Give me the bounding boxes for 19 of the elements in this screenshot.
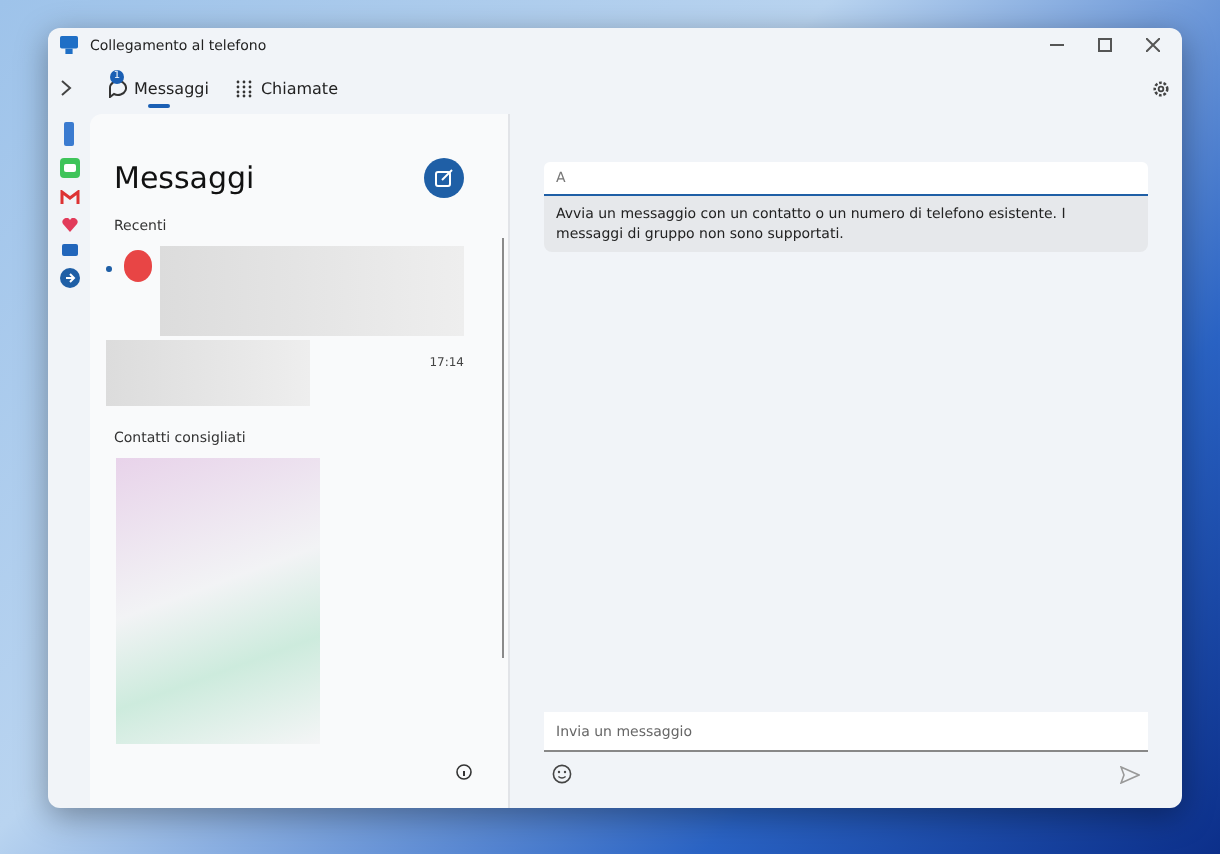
settings-button[interactable]	[1152, 79, 1170, 97]
keypad-icon	[236, 79, 255, 97]
panel-title: Messaggi	[114, 160, 255, 196]
close-icon	[1145, 38, 1159, 52]
app-logo-icon	[60, 36, 78, 54]
heart-app-icon[interactable]	[61, 218, 77, 232]
chat-bubble-icon	[108, 79, 128, 97]
tab[interactable]: Chiamate	[232, 71, 342, 105]
expand-chevron-icon[interactable]	[60, 80, 72, 96]
mail-app-icon[interactable]	[59, 190, 79, 206]
minimize-icon	[1049, 44, 1063, 46]
new-message-button[interactable]	[424, 158, 464, 198]
emoji-button[interactable]	[552, 764, 572, 784]
app-icon[interactable]	[61, 244, 77, 256]
avatar-circle	[123, 250, 153, 282]
maximize-icon	[1097, 38, 1111, 52]
send-button[interactable]	[1120, 765, 1140, 783]
sync-app-icon[interactable]	[59, 268, 79, 288]
compose-icon	[434, 168, 454, 188]
